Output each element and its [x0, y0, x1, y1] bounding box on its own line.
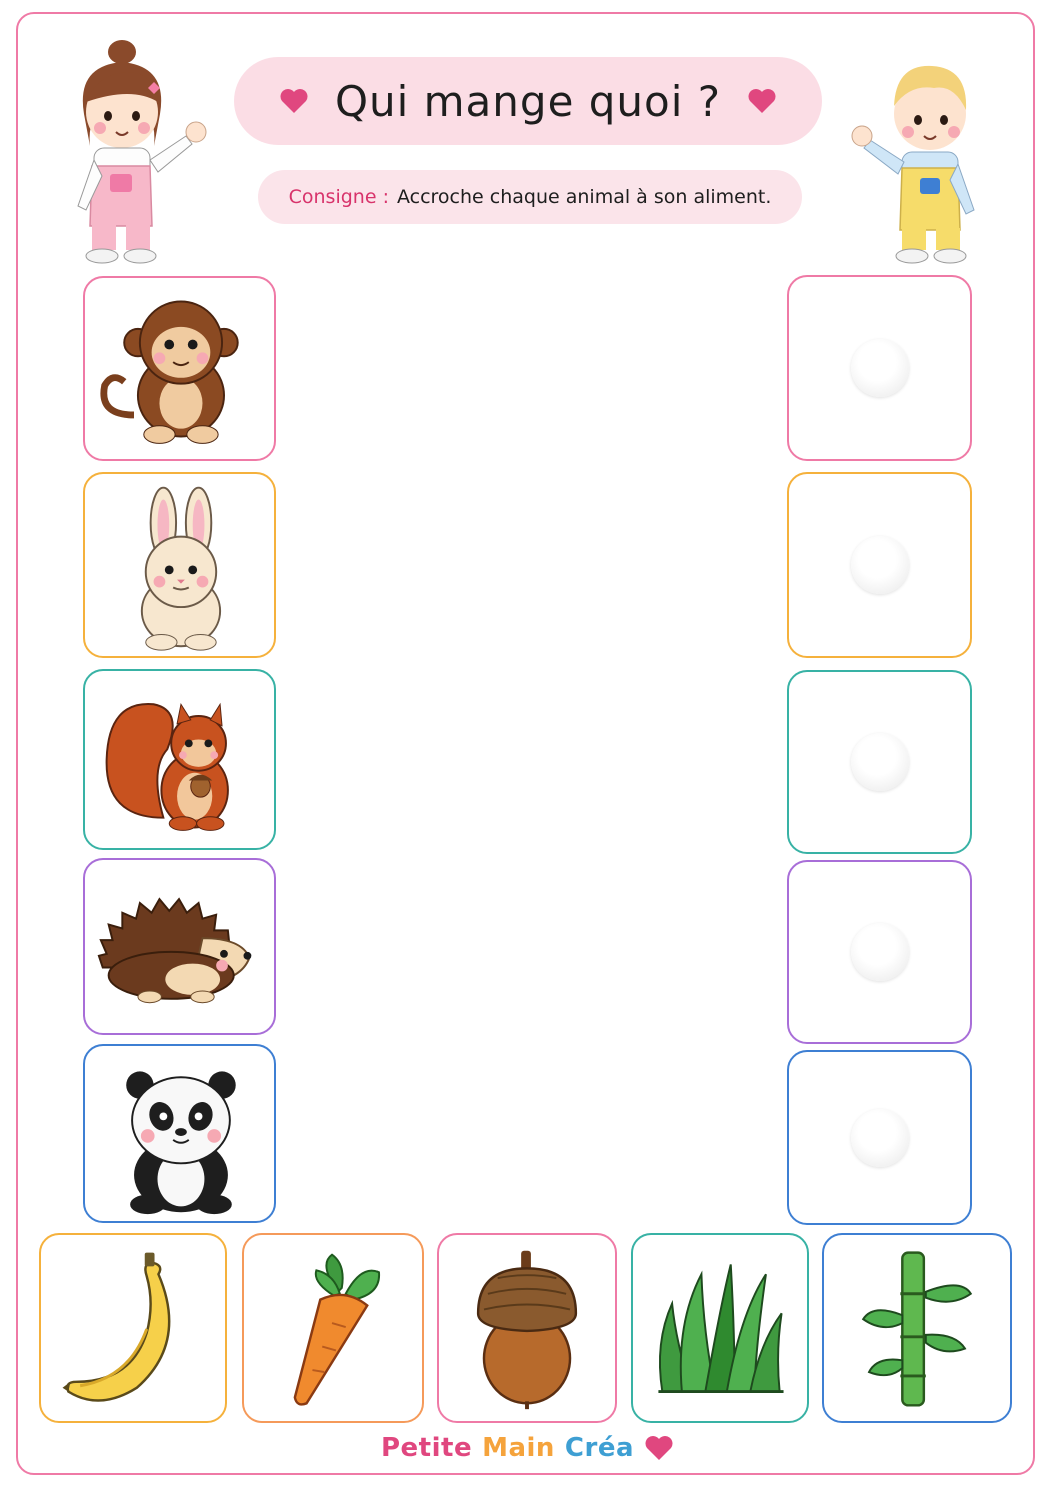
bamboo-icon — [861, 1251, 973, 1407]
match-slot-4[interactable] — [787, 860, 972, 1044]
girl-character-icon — [77, 40, 207, 264]
hedgehog-icon — [97, 897, 252, 1004]
animal-card-squirrel[interactable] — [83, 669, 276, 850]
heart-icon — [748, 89, 776, 113]
panda-icon — [126, 1071, 236, 1215]
animal-card-hedgehog[interactable] — [83, 858, 276, 1035]
acorn-icon — [476, 1250, 578, 1410]
grass-icon — [658, 1264, 784, 1394]
velcro-dot[interactable] — [850, 1108, 909, 1167]
food-card-carrot[interactable] — [242, 1233, 424, 1423]
instruction-banner: Consigne : Accroche chaque animal à son … — [258, 170, 802, 224]
food-card-bamboo[interactable] — [822, 1233, 1012, 1423]
carrot-icon — [293, 1253, 380, 1406]
velcro-dot[interactable] — [850, 923, 909, 981]
heart-icon — [280, 89, 308, 113]
rabbit-icon — [140, 486, 222, 651]
food-card-grass[interactable] — [631, 1233, 809, 1423]
boy-character-icon — [851, 65, 975, 264]
animal-card-monkey[interactable] — [83, 276, 276, 461]
velcro-dot[interactable] — [850, 536, 909, 594]
match-slot-1[interactable] — [787, 275, 972, 461]
footer-word-2: Main — [482, 1433, 555, 1463]
page-title: Qui mange quoi ? — [334, 76, 722, 126]
animal-card-rabbit[interactable] — [83, 472, 276, 658]
footer-brand: Petite Main Créa — [0, 1428, 1055, 1468]
footer-word-3: Créa — [564, 1433, 635, 1463]
food-card-acorn[interactable] — [437, 1233, 617, 1423]
match-slot-2[interactable] — [787, 472, 972, 658]
match-slot-5[interactable] — [787, 1050, 972, 1225]
animal-card-panda[interactable] — [83, 1044, 276, 1223]
velcro-dot[interactable] — [850, 339, 909, 397]
footer-word-1: Petite — [380, 1433, 473, 1463]
squirrel-icon — [105, 702, 229, 831]
instruction-text: Accroche chaque animal à son aliment. — [396, 186, 772, 208]
heart-icon — [645, 1436, 673, 1460]
monkey-icon — [100, 300, 239, 444]
velcro-dot[interactable] — [850, 733, 909, 791]
title-banner: Qui mange quoi ? — [234, 57, 822, 145]
match-slot-3[interactable] — [787, 670, 972, 854]
banana-icon — [62, 1252, 171, 1402]
instruction-label: Consigne : — [288, 186, 389, 208]
food-card-banana[interactable] — [39, 1233, 227, 1423]
